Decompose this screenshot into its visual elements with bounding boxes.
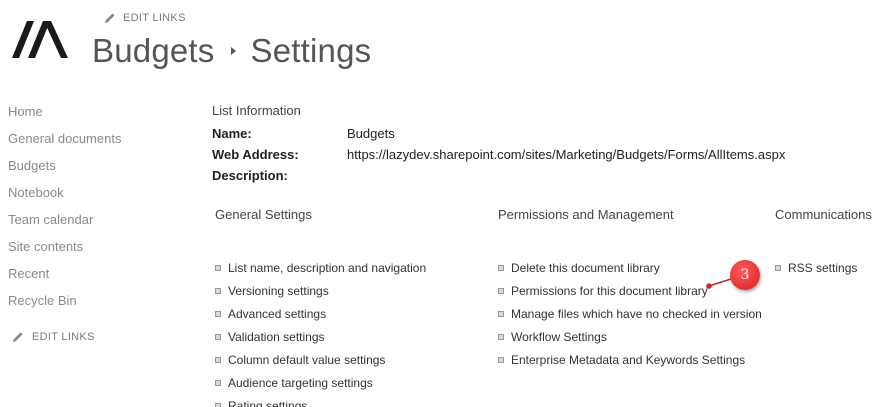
square-bullet-icon — [215, 402, 221, 407]
breadcrumb-page-title: Settings — [250, 32, 372, 69]
nav-edit-links-label: EDIT LINKS — [32, 331, 95, 343]
top-edit-links[interactable]: EDIT LINKS — [104, 12, 186, 24]
square-bullet-icon — [775, 264, 781, 271]
manage-unchecked-files-link[interactable]: Manage files which have no checked in ve… — [498, 302, 762, 325]
nav-item-recent[interactable]: Recent — [8, 265, 178, 292]
rss-settings-link[interactable]: RSS settings — [775, 256, 872, 279]
web-address-label: Web Address: — [212, 147, 299, 162]
nav-item-general-documents[interactable]: General documents — [8, 130, 178, 157]
info-row-web-address: Web Address: https://lazydev.sharepoint.… — [212, 146, 872, 167]
enterprise-metadata-keywords-link[interactable]: Enterprise Metadata and Keywords Setting… — [498, 348, 762, 371]
communications-section: Communications RSS settings — [775, 206, 872, 279]
square-bullet-icon — [215, 287, 221, 294]
square-bullet-icon — [498, 264, 504, 271]
permissions-management-list: Delete this document library Permissions… — [498, 256, 762, 371]
nav-item-notebook[interactable]: Notebook — [8, 184, 178, 211]
nav-item-team-calendar[interactable]: Team calendar — [8, 211, 178, 238]
square-bullet-icon — [498, 333, 504, 340]
annotation-badge: 3 — [730, 260, 760, 290]
page-title: Budgets Settings — [92, 32, 371, 70]
column-default-value-settings-link[interactable]: Column default value settings — [215, 348, 426, 371]
description-label: Description: — [212, 168, 288, 183]
list-name-description-navigation-link[interactable]: List name, description and navigation — [215, 256, 426, 279]
nav-edit-links[interactable]: EDIT LINKS — [8, 331, 178, 343]
square-bullet-icon — [215, 333, 221, 340]
versioning-settings-link[interactable]: Versioning settings — [215, 279, 426, 302]
general-settings-list: List name, description and navigation Ve… — [215, 256, 426, 407]
square-bullet-icon — [215, 379, 221, 386]
nav-item-home[interactable]: Home — [8, 103, 178, 130]
permissions-management-title: Permissions and Management — [498, 207, 674, 222]
site-logo-icon[interactable] — [10, 18, 70, 60]
validation-settings-link[interactable]: Validation settings — [215, 325, 426, 348]
communications-title: Communications — [775, 207, 872, 222]
list-information-title: List Information — [212, 103, 301, 118]
general-settings-section: General Settings List name, description … — [215, 206, 426, 407]
workflow-settings-link[interactable]: Workflow Settings — [498, 325, 762, 348]
top-edit-links-label: EDIT LINKS — [123, 12, 186, 24]
general-settings-title: General Settings — [215, 207, 312, 222]
square-bullet-icon — [498, 287, 504, 294]
square-bullet-icon — [215, 310, 221, 317]
name-label: Name: — [212, 126, 252, 141]
square-bullet-icon — [215, 264, 221, 271]
nav-item-budgets[interactable]: Budgets — [8, 157, 178, 184]
breadcrumb-site-title[interactable]: Budgets — [92, 32, 215, 70]
square-bullet-icon — [498, 356, 504, 363]
pencil-icon — [13, 332, 23, 342]
info-row-description: Description: — [212, 167, 872, 188]
pencil-icon — [105, 13, 115, 23]
web-address-value: https://lazydev.sharepoint.com/sites/Mar… — [347, 147, 786, 162]
square-bullet-icon — [215, 356, 221, 363]
communications-list: RSS settings — [775, 256, 872, 279]
square-bullet-icon — [498, 310, 504, 317]
name-value: Budgets — [347, 126, 395, 141]
audience-targeting-settings-link[interactable]: Audience targeting settings — [215, 371, 426, 394]
advanced-settings-link[interactable]: Advanced settings — [215, 302, 426, 325]
breadcrumb-arrow-icon — [230, 47, 236, 55]
nav-item-site-contents[interactable]: Site contents — [8, 238, 178, 265]
list-information-section: List Information Name: Budgets Web Addre… — [212, 103, 872, 188]
rating-settings-link[interactable]: Rating settings — [215, 394, 426, 407]
nav-item-recycle-bin[interactable]: Recycle Bin — [8, 292, 178, 319]
sharepoint-settings-page: EDIT LINKS Budgets Settings Home General… — [0, 0, 890, 407]
info-row-name: Name: Budgets — [212, 125, 872, 146]
left-navigation: Home General documents Budgets Notebook … — [8, 103, 178, 343]
annotation-number: 3 — [740, 267, 750, 283]
